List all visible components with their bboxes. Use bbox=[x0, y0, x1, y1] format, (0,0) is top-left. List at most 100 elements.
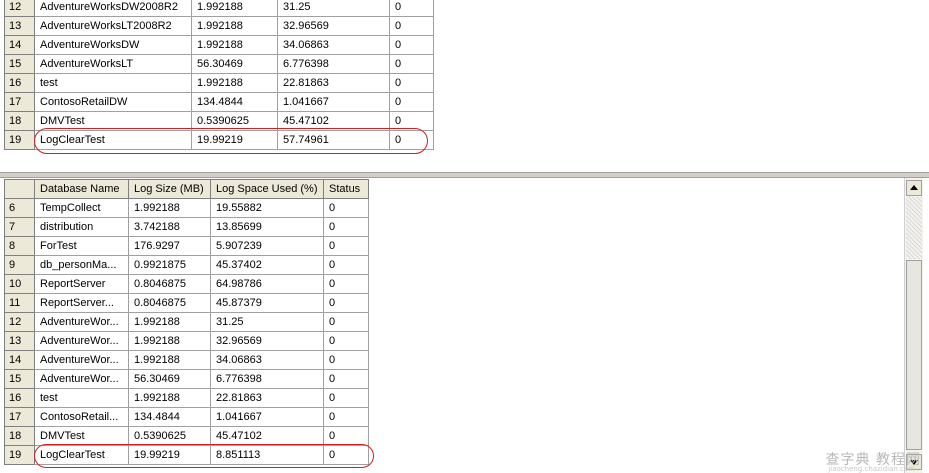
cell-log-size[interactable]: 56.30469 bbox=[128, 369, 211, 389]
cell-status[interactable]: 0 bbox=[323, 369, 369, 389]
cell-log-size[interactable]: 1.992188 bbox=[128, 388, 211, 408]
row-number[interactable]: 14 bbox=[4, 350, 35, 370]
cell-status[interactable]: 0 bbox=[323, 236, 369, 256]
cell-log-space-used[interactable]: 34.06863 bbox=[277, 35, 390, 55]
row-number[interactable]: 6 bbox=[4, 198, 35, 218]
cell-log-size[interactable]: 134.4844 bbox=[128, 407, 211, 427]
cell-log-size[interactable]: 1.992188 bbox=[128, 198, 211, 218]
cell-log-space-used[interactable]: 1.041667 bbox=[277, 92, 390, 112]
cell-status[interactable]: 0 bbox=[389, 35, 434, 55]
cell-status[interactable]: 0 bbox=[323, 331, 369, 351]
cell-database-name[interactable]: TempCollect bbox=[34, 198, 129, 218]
cell-status[interactable]: 0 bbox=[389, 73, 434, 93]
results-grid-bottom[interactable]: Database Name Log Size (MB) Log Space Us… bbox=[4, 179, 369, 465]
row-number[interactable]: 16 bbox=[4, 388, 35, 408]
cell-log-space-used[interactable]: 5.907239 bbox=[210, 236, 324, 256]
cell-log-size[interactable]: 56.30469 bbox=[191, 54, 278, 74]
cell-log-space-used[interactable]: 22.81863 bbox=[210, 388, 324, 408]
cell-log-space-used[interactable]: 6.776398 bbox=[277, 54, 390, 74]
table-row[interactable]: 12 AdventureWorksDW2008R2 1.992188 31.25 0 bbox=[4, 0, 434, 17]
scroll-up-button[interactable] bbox=[906, 180, 922, 196]
column-header-database-name[interactable]: Database Name bbox=[34, 179, 129, 199]
cell-status[interactable]: 0 bbox=[323, 217, 369, 237]
table-row[interactable]: 16 test 1.992188 22.81863 0 bbox=[4, 73, 434, 93]
cell-database-name[interactable]: AdventureWor... bbox=[34, 350, 129, 370]
row-number[interactable]: 17 bbox=[4, 407, 35, 427]
cell-status[interactable]: 0 bbox=[323, 274, 369, 294]
table-row[interactable]: 15 AdventureWor... 56.30469 6.776398 0 bbox=[4, 369, 369, 389]
table-row[interactable]: 18 DMVTest 0.5390625 45.47102 0 bbox=[4, 426, 369, 446]
cell-log-space-used[interactable]: 45.47102 bbox=[210, 426, 324, 446]
row-number[interactable]: 13 bbox=[4, 331, 35, 351]
cell-log-size[interactable]: 1.992188 bbox=[191, 16, 278, 36]
row-number[interactable]: 13 bbox=[4, 16, 35, 36]
cell-database-name[interactable]: ReportServer bbox=[34, 274, 129, 294]
table-row[interactable]: 14 AdventureWor... 1.992188 34.06863 0 bbox=[4, 350, 369, 370]
cell-status[interactable]: 0 bbox=[323, 388, 369, 408]
table-row[interactable]: 11 ReportServer... 0.8046875 45.87379 0 bbox=[4, 293, 369, 313]
cell-status[interactable]: 0 bbox=[389, 16, 434, 36]
cell-log-size[interactable]: 3.742188 bbox=[128, 217, 211, 237]
cell-database-name[interactable]: ReportServer... bbox=[34, 293, 129, 313]
cell-database-name[interactable]: AdventureWor... bbox=[34, 331, 129, 351]
cell-database-name[interactable]: distribution bbox=[34, 217, 129, 237]
row-number[interactable]: 18 bbox=[4, 111, 35, 131]
cell-status[interactable]: 0 bbox=[323, 350, 369, 370]
cell-database-name[interactable]: ForTest bbox=[34, 236, 129, 256]
cell-log-size[interactable]: 1.992188 bbox=[128, 312, 211, 332]
cell-database-name[interactable]: ContosoRetailDW bbox=[34, 92, 192, 112]
cell-log-size[interactable]: 1.992188 bbox=[191, 0, 278, 17]
table-row[interactable]: 17 ContosoRetail... 134.4844 1.041667 0 bbox=[4, 407, 369, 427]
row-number[interactable]: 17 bbox=[4, 92, 35, 112]
vertical-scrollbar[interactable] bbox=[904, 178, 923, 473]
cell-database-name[interactable]: test bbox=[34, 388, 129, 408]
cell-database-name[interactable]: AdventureWor... bbox=[34, 312, 129, 332]
row-number[interactable]: 16 bbox=[4, 73, 35, 93]
column-header-log-size[interactable]: Log Size (MB) bbox=[128, 179, 211, 199]
cell-database-name[interactable]: AdventureWor... bbox=[34, 369, 129, 389]
row-number[interactable]: 9 bbox=[4, 255, 35, 275]
row-number[interactable]: 8 bbox=[4, 236, 35, 256]
cell-status[interactable]: 0 bbox=[323, 293, 369, 313]
cell-status[interactable]: 0 bbox=[323, 312, 369, 332]
corner-header[interactable] bbox=[4, 179, 35, 199]
cell-log-space-used[interactable]: 13.85699 bbox=[210, 217, 324, 237]
table-row[interactable]: 16 test 1.992188 22.81863 0 bbox=[4, 388, 369, 408]
table-row[interactable]: 15 AdventureWorksLT 56.30469 6.776398 0 bbox=[4, 54, 434, 74]
cell-database-name[interactable]: DMVTest bbox=[34, 426, 129, 446]
row-number[interactable]: 7 bbox=[4, 217, 35, 237]
cell-status[interactable]: 0 bbox=[323, 426, 369, 446]
cell-log-space-used[interactable]: 32.96569 bbox=[277, 16, 390, 36]
cell-log-size[interactable]: 0.5390625 bbox=[128, 426, 211, 446]
table-row[interactable]: 7 distribution 3.742188 13.85699 0 bbox=[4, 217, 369, 237]
cell-database-name[interactable]: db_personMa... bbox=[34, 255, 129, 275]
row-number[interactable]: 11 bbox=[4, 293, 35, 313]
cell-log-space-used[interactable]: 19.55882 bbox=[210, 198, 324, 218]
cell-log-space-used[interactable]: 1.041667 bbox=[210, 407, 324, 427]
column-header-status[interactable]: Status bbox=[323, 179, 369, 199]
cell-database-name[interactable]: AdventureWorksDW bbox=[34, 35, 192, 55]
scroll-track[interactable] bbox=[906, 197, 922, 259]
table-row[interactable]: 14 AdventureWorksDW 1.992188 34.06863 0 bbox=[4, 35, 434, 55]
row-number[interactable]: 10 bbox=[4, 274, 35, 294]
table-row[interactable]: 13 AdventureWor... 1.992188 32.96569 0 bbox=[4, 331, 369, 351]
cell-status[interactable]: 0 bbox=[323, 198, 369, 218]
table-row[interactable]: 12 AdventureWor... 1.992188 31.25 0 bbox=[4, 312, 369, 332]
row-number[interactable]: 15 bbox=[4, 54, 35, 74]
row-number[interactable]: 19 bbox=[4, 445, 35, 465]
cell-log-size[interactable]: 0.8046875 bbox=[128, 274, 211, 294]
column-header-log-space-used[interactable]: Log Space Used (%) bbox=[210, 179, 324, 199]
cell-log-size[interactable]: 1.992188 bbox=[191, 73, 278, 93]
cell-log-size[interactable]: 1.992188 bbox=[128, 350, 211, 370]
table-row[interactable]: 8 ForTest 176.9297 5.907239 0 bbox=[4, 236, 369, 256]
cell-log-size[interactable]: 0.9921875 bbox=[128, 255, 211, 275]
cell-status[interactable]: 0 bbox=[389, 92, 434, 112]
row-number[interactable]: 19 bbox=[4, 130, 35, 150]
row-number[interactable]: 18 bbox=[4, 426, 35, 446]
cell-log-space-used[interactable]: 31.25 bbox=[277, 0, 390, 17]
table-row[interactable]: 17 ContosoRetailDW 134.4844 1.041667 0 bbox=[4, 92, 434, 112]
cell-database-name[interactable]: ContosoRetail... bbox=[34, 407, 129, 427]
cell-log-space-used[interactable]: 22.81863 bbox=[277, 73, 390, 93]
cell-log-size[interactable]: 1.992188 bbox=[128, 331, 211, 351]
cell-database-name[interactable]: AdventureWorksLT2008R2 bbox=[34, 16, 192, 36]
